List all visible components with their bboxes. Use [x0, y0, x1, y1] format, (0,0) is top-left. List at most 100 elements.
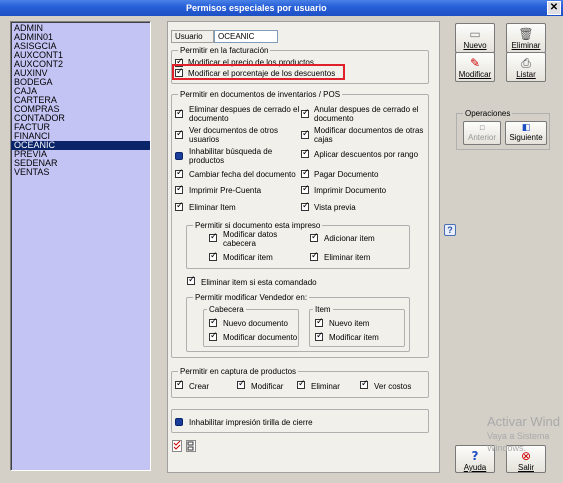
listar-label: Listar — [516, 70, 536, 79]
label-eliminar-cerrado-2: documento — [189, 114, 229, 123]
checkbox-modificar[interactable] — [237, 379, 246, 389]
usuario-label: Usuario — [171, 30, 214, 43]
nuevo-label: Nuevo — [463, 41, 487, 50]
usuario-field[interactable]: OCEANIC — [214, 30, 278, 43]
label-modificar: Modificar — [251, 382, 284, 391]
label-modificar-documento: Modificar documento — [223, 333, 298, 342]
watermark-line3: Windows. — [487, 443, 527, 453]
next-icon: ◧ — [521, 123, 531, 133]
trash-icon: 🗑 — [518, 27, 534, 41]
checkbox-descuentos-rango[interactable] — [301, 148, 310, 158]
checkbox-modificar-otras-cajas[interactable] — [301, 129, 310, 139]
checkbox-nuevo-item[interactable] — [315, 317, 324, 327]
checkbox-crear[interactable] — [175, 379, 184, 389]
checkbox-modificar-item-vendedor[interactable] — [315, 331, 324, 341]
close-button[interactable]: ✕ — [547, 1, 561, 15]
label-anular-cerrado-2: documento — [314, 114, 354, 123]
checkbox-eliminar[interactable] — [297, 379, 306, 389]
vendedor-title: Permitir modificar Vendedor en: — [193, 293, 310, 302]
checkbox-eliminar-item[interactable] — [175, 201, 184, 211]
help-icon[interactable]: ? — [444, 224, 456, 236]
anterior-label: Anterior — [467, 133, 496, 142]
label-imprimir-documento: Imprimir Documento — [314, 186, 387, 195]
cabecera-title: Cabecera — [207, 305, 246, 314]
facturacion-title: Permitir en la facturación — [178, 46, 271, 55]
impreso-group: Permitir si documento esta impreso — [186, 221, 410, 269]
user-list[interactable]: ADMIN ADMIN01 ASISGCIA AUXCONT1 AUXCONT2 AUXI… — [10, 21, 151, 471]
watermark-line2: Vaya a Sistema — [487, 431, 550, 441]
checkbox-adicionar-item[interactable] — [310, 232, 319, 242]
checkbox-ver-costos[interactable] — [360, 379, 369, 389]
checkbox-modificar-cabecera[interactable] — [209, 232, 218, 242]
checkbox-inhabilitar-busqueda[interactable] — [175, 152, 183, 160]
title-bar: Permisos especiales por usuario ✕ — [0, 0, 563, 16]
checkbox-modificar-documento[interactable] — [209, 331, 218, 341]
checkbox-eliminar-cerrado[interactable] — [175, 108, 184, 118]
listar-button[interactable]: ⎙ Listar — [506, 52, 546, 82]
label-anular-cerrado-1: Anular despues de cerrado el — [314, 105, 419, 114]
watermark-line1: Activar Wind — [487, 414, 560, 429]
item-title: Item — [313, 305, 333, 314]
modificar-button[interactable]: ✎ Modificar — [455, 52, 495, 82]
checkbox-eliminar-comandado[interactable] — [187, 275, 196, 285]
eliminar-label: Eliminar — [511, 41, 541, 50]
label-modificar-item-vendedor: Modificar item — [329, 333, 379, 342]
checkbox-imprimir-precuenta[interactable] — [175, 184, 184, 194]
label-ver-costos: Ver costos — [374, 382, 412, 391]
label-eliminar-cerrado-1: Eliminar despues de cerrado el — [189, 105, 300, 114]
label-inhabilitar-busqueda-1: Inhabilitar búsqueda de — [189, 147, 273, 156]
label-pagar-documento: Pagar Documento — [314, 170, 379, 179]
siguiente-label: Siguiente — [509, 133, 543, 142]
label-vista-previa: Vista previa — [314, 203, 356, 212]
label-descuentos-rango: Aplicar descuentos por rango — [314, 150, 419, 159]
check-all-icon-graphic — [173, 440, 181, 450]
label-eliminar-comandado: Eliminar item si esta comandado — [201, 278, 317, 287]
checkbox-imprimir-documento[interactable] — [301, 184, 310, 194]
label-modificar-cabecera-1: Modificar datos — [223, 230, 278, 239]
label-cambiar-fecha: Cambiar fecha del documento — [189, 170, 296, 179]
window-title: Permisos especiales por usuario — [186, 3, 327, 13]
salir-label: Salir — [517, 463, 534, 472]
operaciones-title: Operaciones — [463, 109, 513, 118]
edit-icon: ✎ — [469, 56, 481, 70]
modificar-label: Modificar — [458, 70, 492, 79]
nuevo-button[interactable]: ▭ Nuevo — [455, 23, 495, 53]
label-modificar-cabecera-2: cabecera — [223, 239, 256, 248]
checkbox-cambiar-fecha[interactable] — [175, 168, 184, 178]
label-modificar-otras-cajas-1: Modificar documentos de otras — [314, 126, 424, 135]
anterior-button[interactable]: ▫ Anterior — [463, 121, 501, 145]
captura-title: Permitir en captura de productos — [178, 367, 299, 376]
checkbox-eliminar-item-impreso[interactable] — [310, 251, 319, 261]
label-inhabilitar-busqueda-2: productos — [189, 156, 225, 165]
label-adicionar-item: Adicionar item — [324, 234, 375, 243]
checkbox-inhabilitar-tirilla[interactable] — [175, 418, 183, 426]
label-ver-documentos-1: Ver documentos de otros — [189, 126, 278, 135]
uncheck-all-icon-graphic — [187, 441, 194, 451]
checkbox-pagar-documento[interactable] — [301, 168, 310, 178]
highlight-box — [172, 64, 345, 80]
label-crear: Crear — [189, 382, 210, 391]
checkbox-modificar-item-impreso[interactable] — [209, 251, 218, 261]
inventarios-title: Permitir en documentos de inventarios / … — [178, 90, 343, 99]
check-all-icon[interactable] — [172, 440, 182, 452]
checkbox-vista-previa[interactable] — [301, 201, 310, 211]
user-list-item[interactable]: VENTAS — [11, 168, 150, 177]
label-modificar-otras-cajas-2: cajas — [314, 135, 333, 144]
checkbox-nuevo-documento[interactable] — [209, 317, 218, 327]
label-eliminar-item-impreso: Eliminar item — [324, 253, 371, 262]
uncheck-all-icon[interactable] — [186, 440, 196, 452]
checkbox-ver-documentos[interactable] — [175, 129, 184, 139]
impreso-title: Permitir si documento esta impreso — [193, 221, 323, 230]
previous-icon: ▫ — [478, 123, 486, 133]
label-imprimir-precuenta: Imprimir Pre-Cuenta — [189, 186, 262, 195]
printer-icon: ⎙ — [521, 56, 531, 70]
new-document-icon: ▭ — [469, 27, 481, 41]
label-eliminar-item: Eliminar Item — [189, 203, 236, 212]
label-inhabilitar-tirilla: Inhabilitar impresión tirilla de cierre — [189, 418, 313, 427]
label-nuevo-item: Nuevo item — [329, 319, 370, 328]
label-eliminar: Eliminar — [311, 382, 340, 391]
eliminar-button[interactable]: 🗑 Eliminar — [506, 23, 546, 53]
siguiente-button[interactable]: ◧ Siguiente — [505, 121, 547, 145]
label-nuevo-documento: Nuevo documento — [223, 319, 288, 328]
checkbox-anular-cerrado[interactable] — [301, 108, 310, 118]
